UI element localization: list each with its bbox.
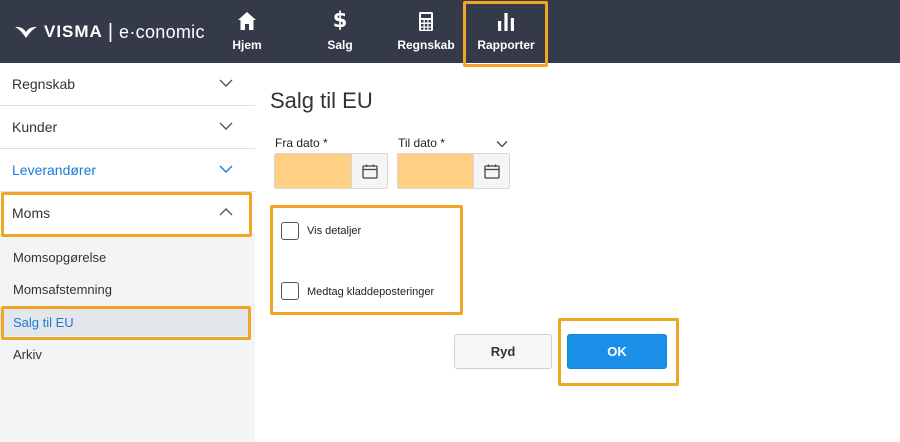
- highlight-frame-checkboxes: [270, 205, 463, 315]
- vis-detaljer-checkbox[interactable]: [281, 222, 299, 240]
- visma-logo-icon: [15, 26, 37, 38]
- sidebar-section-leverandorer[interactable]: Leverandører: [0, 149, 255, 192]
- medtag-kladdeposteringer-label: Medtag kladdeposteringer: [307, 286, 435, 298]
- visma-economic-logo[interactable]: VISMA | e·conomic: [14, 20, 205, 44]
- nav-regnskab-label: Regnskab: [397, 38, 455, 52]
- calculator-icon: [419, 12, 433, 31]
- from-date-label: Fra dato *: [275, 136, 328, 150]
- to-date-input[interactable]: [397, 153, 474, 189]
- from-date-calendar-button[interactable]: [351, 153, 388, 189]
- home-icon: [238, 12, 256, 30]
- sidebar-section-regnskab[interactable]: Regnskab: [0, 63, 255, 106]
- chevron-down-icon: [219, 79, 233, 87]
- logo-brand-text: VISMA: [44, 22, 103, 41]
- ryd-button[interactable]: Ryd: [454, 334, 552, 369]
- nav-salg-label: Salg: [327, 38, 353, 52]
- chevron-down-icon: [219, 165, 233, 173]
- logo-separator: |: [107, 20, 114, 43]
- vis-detaljer-label: Vis detaljer: [307, 225, 362, 237]
- chevron-down-icon[interactable]: [496, 140, 508, 148]
- calendar-icon: [362, 164, 378, 179]
- to-date-label: Til dato *: [398, 136, 445, 150]
- page-title: Salg til EU: [270, 88, 373, 113]
- calendar-icon: [484, 164, 500, 179]
- sidebar: Regnskab Kunder Leverandører Moms Momsop…: [0, 63, 255, 442]
- to-date-calendar-button[interactable]: [473, 153, 510, 189]
- nav-rapporter[interactable]: Rapporter: [468, 0, 544, 63]
- from-date-input[interactable]: [274, 153, 352, 189]
- chevron-down-icon: [219, 122, 233, 130]
- sidebar-item-momsafstemning[interactable]: Momsafstemning: [13, 282, 112, 297]
- nav-hjem-label: Hjem: [232, 38, 262, 52]
- sidebar-section-label: Leverandører: [12, 162, 97, 178]
- nav-salg[interactable]: $ Salg: [318, 0, 362, 63]
- ok-button[interactable]: OK: [567, 334, 667, 369]
- top-navigation-bar: VISMA | e·conomic Hjem $ Salg Regnskab R…: [0, 0, 900, 63]
- sidebar-item-salg-til-eu[interactable]: Salg til EU: [13, 315, 74, 330]
- bar-chart-icon: [498, 13, 514, 31]
- nav-hjem[interactable]: Hjem: [225, 0, 269, 63]
- dollar-icon: $: [332, 8, 348, 32]
- nav-regnskab[interactable]: Regnskab: [390, 0, 462, 63]
- sidebar-item-momsopgorelse[interactable]: Momsopgørelse: [13, 250, 106, 265]
- chevron-up-icon: [219, 208, 233, 216]
- sidebar-section-moms[interactable]: Moms: [0, 192, 255, 235]
- sidebar-section-kunder[interactable]: Kunder: [0, 106, 255, 149]
- sidebar-section-label: Moms: [12, 205, 51, 221]
- sidebar-section-label: Regnskab: [12, 76, 76, 92]
- logo-product-text: e·conomic: [119, 21, 205, 42]
- sidebar-item-arkiv[interactable]: Arkiv: [13, 347, 42, 362]
- nav-rapporter-label: Rapporter: [477, 38, 535, 52]
- medtag-kladdeposteringer-checkbox[interactable]: [281, 282, 299, 300]
- sidebar-section-label: Kunder: [12, 119, 58, 135]
